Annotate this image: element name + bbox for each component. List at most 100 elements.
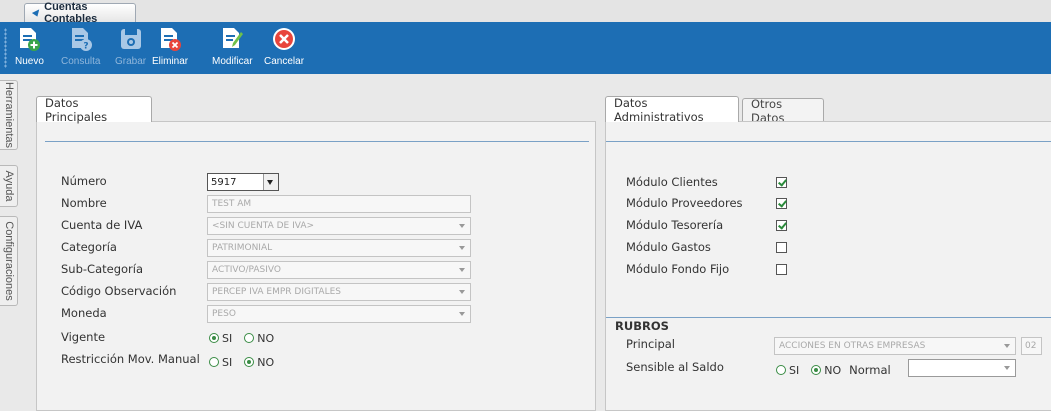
toolbar-grip[interactable] [4, 28, 7, 68]
principal-select[interactable]: ACCIONES EN OTRAS EMPRESAS [774, 337, 1016, 355]
side-tab-configuraciones[interactable]: Configuraciones [0, 216, 18, 306]
tab-cuentas-contables[interactable]: Cuentas Contables [24, 1, 136, 25]
modulo-tesoreria-checkbox[interactable] [776, 220, 787, 231]
restriccion-si-radio[interactable] [209, 357, 219, 367]
modulo-gastos-checkbox[interactable] [776, 242, 787, 253]
nombre-value: TEST AM [212, 199, 252, 209]
restriccion-no-radio[interactable] [244, 357, 255, 367]
codigo-obs-row: Código Observación [61, 282, 176, 300]
modificar-button[interactable]: Modificar [212, 26, 253, 72]
cuenta-iva-label: Cuenta de IVA [61, 218, 143, 232]
principal-code-value: 02 [1025, 341, 1037, 351]
codigo-obs-select[interactable]: PERCEP IVA EMPR DIGITALES [207, 283, 471, 301]
categoria-label: Categoría [61, 240, 117, 254]
cuenta-iva-row: Cuenta de IVA [61, 216, 142, 234]
modulo-clientes-checkbox[interactable] [776, 177, 787, 188]
sensible-radio-group: SI NO Normal [776, 361, 891, 379]
modulo-gastos-row: Módulo Gastos [626, 238, 711, 256]
vigente-si-label: SI [222, 331, 233, 345]
subcategoria-row: Sub-Categoría [61, 260, 143, 278]
toolbar: Nuevo ? Consulta Grabar Eliminar Modific… [0, 22, 1051, 74]
tab-datos-principales[interactable]: Datos Principales [36, 96, 152, 124]
side-tab-ayuda-label: Ayuda [2, 170, 15, 202]
side-tab-herramientas-label: Herramientas [2, 81, 15, 149]
modulo-fondo-fijo-checkbox[interactable] [776, 264, 787, 275]
numero-dropdown-button[interactable] [263, 174, 278, 190]
sensible-no-label: NO [824, 363, 842, 377]
new-document-icon [20, 28, 41, 51]
delete-document-icon [161, 28, 182, 51]
eliminar-button[interactable]: Eliminar [152, 26, 188, 72]
sensible-si-radio[interactable] [776, 365, 786, 375]
chevron-down-icon [1004, 344, 1010, 348]
chevron-down-icon [267, 180, 273, 185]
numero-label: Número [61, 174, 107, 188]
datos-principales-panel: Número 5917 Nombre TEST AM Cuenta de IVA… [36, 121, 596, 411]
codigo-obs-label: Código Observación [61, 284, 177, 298]
rubros-header: RUBROS [615, 317, 669, 335]
cancelar-button[interactable]: Cancelar [264, 26, 304, 72]
nuevo-button[interactable]: Nuevo [15, 26, 44, 72]
grabar-label: Grabar [115, 56, 147, 67]
chevron-down-icon [459, 246, 465, 250]
modulo-proveedores-checkbox[interactable] [776, 198, 787, 209]
normal-label: Normal [849, 363, 891, 377]
cuenta-iva-select[interactable]: <SIN CUENTA DE IVA> [207, 217, 471, 235]
modulo-proveedores-row: Módulo Proveedores [626, 194, 743, 212]
tab-otros-datos[interactable]: Otros Datos [742, 97, 824, 125]
datos-administrativos-tabbar: Datos Administrativos Otros Datos [605, 95, 1051, 125]
categoria-value: PATRIMONIAL [212, 243, 273, 253]
normal-select[interactable] [908, 359, 1016, 377]
restriccion-radio-group: SI NO [209, 353, 286, 371]
cancelar-label: Cancelar [264, 56, 305, 67]
numero-combo[interactable]: 5917 [207, 173, 279, 191]
restriccion-no-label: NO [257, 355, 275, 369]
subcategoria-select[interactable]: ACTIVO/PASIVO [207, 261, 471, 279]
sensible-label: Sensible al Saldo [626, 360, 724, 374]
side-tab-herramientas[interactable]: Herramientas [0, 80, 18, 150]
restriccion-row: Restricción Mov. Manual [61, 350, 200, 368]
datos-principales-tabbar: Datos Principales [36, 96, 596, 124]
tab-datos-administrativos-label: Datos Administrativos [614, 95, 704, 124]
sensible-si-label: SI [789, 363, 800, 377]
vigente-si-radio[interactable] [209, 333, 219, 343]
document-tab-strip: Cuentas Contables [0, 0, 1051, 25]
grabar-button[interactable]: Grabar [115, 26, 146, 72]
modulo-tesoreria-label: Módulo Tesorería [626, 218, 724, 232]
chevron-down-icon [459, 224, 465, 228]
modulo-gastos-label: Módulo Gastos [626, 240, 711, 254]
vigente-label: Vigente [61, 330, 106, 344]
nombre-row: Nombre [61, 194, 107, 212]
vigente-radio-group: SI NO [209, 329, 286, 347]
moneda-value: PESO [212, 309, 236, 319]
side-tab-configuraciones-label: Configuraciones [2, 221, 15, 301]
side-tab-ayuda[interactable]: Ayuda [0, 165, 18, 207]
sensible-no-radio[interactable] [811, 365, 822, 375]
nuevo-label: Nuevo [15, 56, 44, 67]
tab-datos-administrativos[interactable]: Datos Administrativos [605, 95, 739, 124]
chevron-down-icon [459, 268, 465, 272]
panel-divider [45, 141, 589, 142]
consulta-button[interactable]: ? Consulta [61, 26, 100, 72]
categoria-row: Categoría [61, 238, 117, 256]
modulo-tesoreria-row: Módulo Tesorería [626, 216, 723, 234]
vigente-no-radio[interactable] [244, 333, 255, 343]
cancel-icon [273, 28, 296, 50]
nombre-label: Nombre [61, 196, 107, 210]
consulta-label: Consulta [61, 56, 101, 67]
principal-value: ACCIONES EN OTRAS EMPRESAS [779, 341, 926, 351]
principal-label: Principal [626, 337, 676, 351]
categoria-select[interactable]: PATRIMONIAL [207, 239, 471, 257]
nombre-field[interactable]: TEST AM [207, 195, 471, 213]
vigente-no-label: NO [257, 331, 275, 345]
datos-administrativos-panel: Módulo Clientes Módulo Proveedores Módul… [605, 121, 1051, 411]
eliminar-label: Eliminar [152, 56, 189, 67]
subcategoria-value: ACTIVO/PASIVO [212, 265, 282, 275]
subcategoria-label: Sub-Categoría [61, 262, 144, 276]
restriccion-label: Restricción Mov. Manual [61, 352, 200, 366]
modulo-fondo-fijo-label: Módulo Fondo Fijo [626, 262, 730, 276]
moneda-select[interactable]: PESO [207, 305, 471, 323]
cuenta-iva-value: <SIN CUENTA DE IVA> [212, 221, 315, 231]
query-document-icon: ? [71, 28, 92, 52]
principal-code-field[interactable]: 02 [1021, 337, 1042, 355]
